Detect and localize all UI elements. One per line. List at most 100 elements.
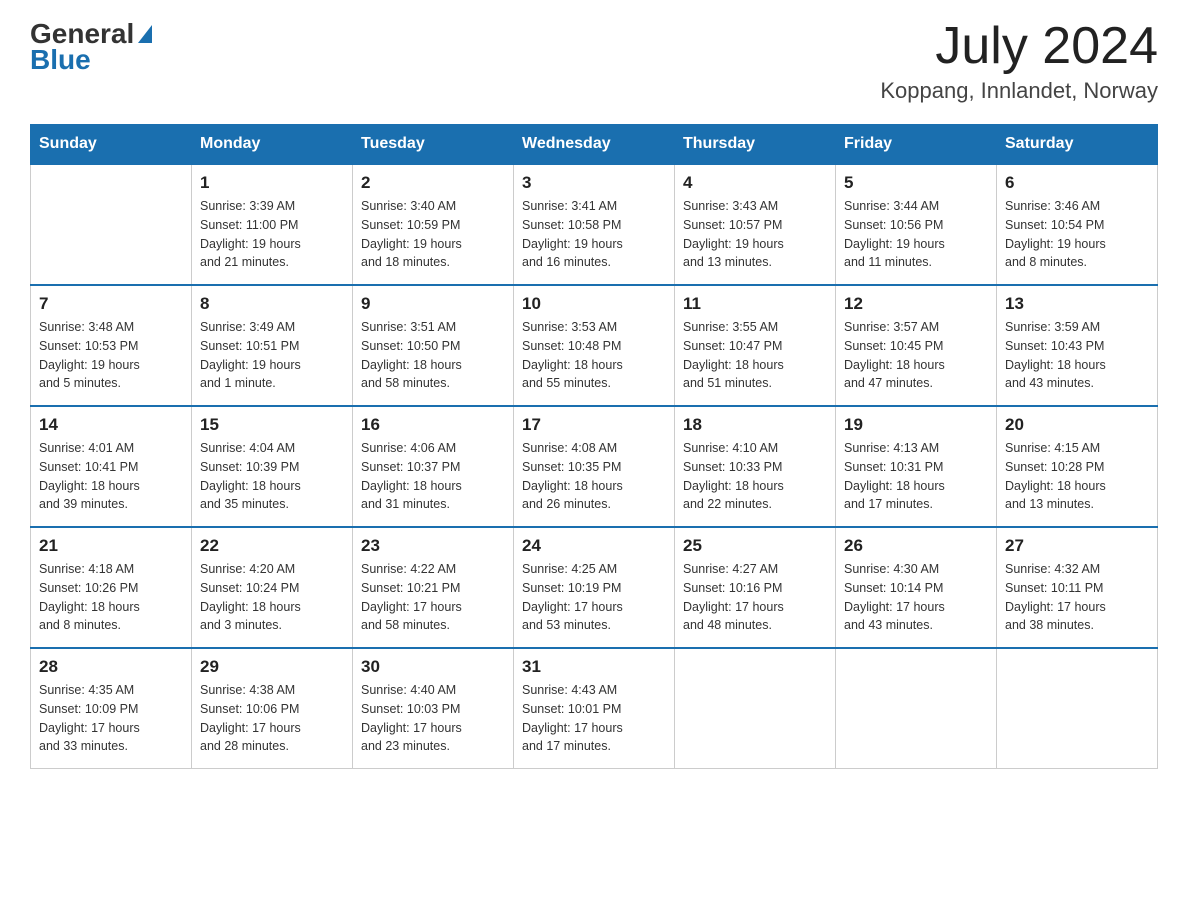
- day-info: Sunrise: 3:40 AM Sunset: 10:59 PM Daylig…: [361, 197, 505, 272]
- title-block: July 2024 Koppang, Innlandet, Norway: [880, 20, 1158, 104]
- location-title: Koppang, Innlandet, Norway: [880, 78, 1158, 104]
- calendar-week-row: 14 Sunrise: 4:01 AM Sunset: 10:41 PM Dayl…: [31, 406, 1158, 527]
- day-info: Sunrise: 4:01 AM Sunset: 10:41 PM Daylig…: [39, 439, 183, 514]
- day-info: Sunrise: 3:51 AM Sunset: 10:50 PM Daylig…: [361, 318, 505, 393]
- calendar-cell: 1 Sunrise: 3:39 AM Sunset: 11:00 PM Dayli…: [192, 164, 353, 285]
- day-number: 10: [522, 294, 666, 314]
- calendar-cell: 20 Sunrise: 4:15 AM Sunset: 10:28 PM Dayl…: [997, 406, 1158, 527]
- logo: General Blue: [30, 20, 152, 74]
- calendar-header-row: SundayMondayTuesdayWednesdayThursdayFrid…: [31, 125, 1158, 165]
- calendar-cell: 16 Sunrise: 4:06 AM Sunset: 10:37 PM Dayl…: [353, 406, 514, 527]
- calendar-cell: 30Sunrise: 4:40 AM Sunset: 10:03 PM Dayl…: [353, 648, 514, 769]
- calendar-cell: 31Sunrise: 4:43 AM Sunset: 10:01 PM Dayl…: [514, 648, 675, 769]
- day-info: Sunrise: 3:49 AM Sunset: 10:51 PM Daylig…: [200, 318, 344, 393]
- day-info: Sunrise: 4:13 AM Sunset: 10:31 PM Daylig…: [844, 439, 988, 514]
- calendar-cell: 11Sunrise: 3:55 AM Sunset: 10:47 PM Dayl…: [675, 285, 836, 406]
- day-info: Sunrise: 4:32 AM Sunset: 10:11 PM Daylig…: [1005, 560, 1149, 635]
- day-number: 13: [1005, 294, 1149, 314]
- calendar-cell: 27Sunrise: 4:32 AM Sunset: 10:11 PM Dayl…: [997, 527, 1158, 648]
- day-number: 8: [200, 294, 344, 314]
- day-number: 20: [1005, 415, 1149, 435]
- day-number: 14: [39, 415, 183, 435]
- weekday-header-tuesday: Tuesday: [353, 125, 514, 165]
- calendar-cell: 13 Sunrise: 3:59 AM Sunset: 10:43 PM Dayl…: [997, 285, 1158, 406]
- day-info: Sunrise: 4:06 AM Sunset: 10:37 PM Daylig…: [361, 439, 505, 514]
- day-info: Sunrise: 4:38 AM Sunset: 10:06 PM Daylig…: [200, 681, 344, 756]
- day-info: Sunrise: 4:15 AM Sunset: 10:28 PM Daylig…: [1005, 439, 1149, 514]
- day-number: 23: [361, 536, 505, 556]
- day-info: Sunrise: 4:25 AM Sunset: 10:19 PM Daylig…: [522, 560, 666, 635]
- weekday-header-wednesday: Wednesday: [514, 125, 675, 165]
- calendar-cell: 3 Sunrise: 3:41 AM Sunset: 10:58 PM Dayli…: [514, 164, 675, 285]
- day-info: Sunrise: 3:43 AM Sunset: 10:57 PM Daylig…: [683, 197, 827, 272]
- logo-triangle-icon: [138, 25, 152, 43]
- day-number: 16: [361, 415, 505, 435]
- day-number: 17: [522, 415, 666, 435]
- weekday-header-thursday: Thursday: [675, 125, 836, 165]
- weekday-header-saturday: Saturday: [997, 125, 1158, 165]
- calendar-cell: 23 Sunrise: 4:22 AM Sunset: 10:21 PM Dayl…: [353, 527, 514, 648]
- day-number: 24: [522, 536, 666, 556]
- day-info: Sunrise: 4:04 AM Sunset: 10:39 PM Daylig…: [200, 439, 344, 514]
- calendar-week-row: 28Sunrise: 4:35 AM Sunset: 10:09 PM Dayl…: [31, 648, 1158, 769]
- day-info: Sunrise: 4:18 AM Sunset: 10:26 PM Daylig…: [39, 560, 183, 635]
- day-info: Sunrise: 4:30 AM Sunset: 10:14 PM Daylig…: [844, 560, 988, 635]
- calendar-week-row: 7Sunrise: 3:48 AM Sunset: 10:53 PM Dayli…: [31, 285, 1158, 406]
- calendar-cell: [31, 164, 192, 285]
- calendar-cell: 18 Sunrise: 4:10 AM Sunset: 10:33 PM Dayl…: [675, 406, 836, 527]
- day-number: 5: [844, 173, 988, 193]
- day-number: 31: [522, 657, 666, 677]
- calendar-cell: 6 Sunrise: 3:46 AM Sunset: 10:54 PM Dayli…: [997, 164, 1158, 285]
- day-number: 29: [200, 657, 344, 677]
- calendar-cell: 8 Sunrise: 3:49 AM Sunset: 10:51 PM Dayli…: [192, 285, 353, 406]
- day-info: Sunrise: 4:27 AM Sunset: 10:16 PM Daylig…: [683, 560, 827, 635]
- day-number: 21: [39, 536, 183, 556]
- day-info: Sunrise: 3:41 AM Sunset: 10:58 PM Daylig…: [522, 197, 666, 272]
- day-number: 22: [200, 536, 344, 556]
- calendar-cell: 14 Sunrise: 4:01 AM Sunset: 10:41 PM Dayl…: [31, 406, 192, 527]
- weekday-header-friday: Friday: [836, 125, 997, 165]
- calendar-cell: 19 Sunrise: 4:13 AM Sunset: 10:31 PM Dayl…: [836, 406, 997, 527]
- day-info: Sunrise: 4:22 AM Sunset: 10:21 PM Daylig…: [361, 560, 505, 635]
- calendar-cell: 25 Sunrise: 4:27 AM Sunset: 10:16 PM Dayl…: [675, 527, 836, 648]
- calendar-cell: 5 Sunrise: 3:44 AM Sunset: 10:56 PM Dayli…: [836, 164, 997, 285]
- day-info: Sunrise: 3:44 AM Sunset: 10:56 PM Daylig…: [844, 197, 988, 272]
- calendar-cell: 29 Sunrise: 4:38 AM Sunset: 10:06 PM Dayl…: [192, 648, 353, 769]
- day-info: Sunrise: 4:20 AM Sunset: 10:24 PM Daylig…: [200, 560, 344, 635]
- calendar-cell: [675, 648, 836, 769]
- day-info: Sunrise: 3:39 AM Sunset: 11:00 PM Daylig…: [200, 197, 344, 272]
- day-number: 1: [200, 173, 344, 193]
- day-number: 25: [683, 536, 827, 556]
- calendar-cell: 2 Sunrise: 3:40 AM Sunset: 10:59 PM Dayli…: [353, 164, 514, 285]
- day-info: Sunrise: 3:46 AM Sunset: 10:54 PM Daylig…: [1005, 197, 1149, 272]
- day-number: 7: [39, 294, 183, 314]
- day-number: 18: [683, 415, 827, 435]
- day-number: 3: [522, 173, 666, 193]
- calendar-cell: 7Sunrise: 3:48 AM Sunset: 10:53 PM Dayli…: [31, 285, 192, 406]
- day-info: Sunrise: 4:08 AM Sunset: 10:35 PM Daylig…: [522, 439, 666, 514]
- calendar-cell: [997, 648, 1158, 769]
- day-info: Sunrise: 3:53 AM Sunset: 10:48 PM Daylig…: [522, 318, 666, 393]
- calendar-cell: 26Sunrise: 4:30 AM Sunset: 10:14 PM Dayl…: [836, 527, 997, 648]
- day-info: Sunrise: 4:10 AM Sunset: 10:33 PM Daylig…: [683, 439, 827, 514]
- day-number: 19: [844, 415, 988, 435]
- calendar-cell: 15 Sunrise: 4:04 AM Sunset: 10:39 PM Dayl…: [192, 406, 353, 527]
- day-number: 6: [1005, 173, 1149, 193]
- calendar-cell: [836, 648, 997, 769]
- day-number: 15: [200, 415, 344, 435]
- day-number: 12: [844, 294, 988, 314]
- day-number: 9: [361, 294, 505, 314]
- weekday-header-sunday: Sunday: [31, 125, 192, 165]
- calendar-week-row: 1 Sunrise: 3:39 AM Sunset: 11:00 PM Dayli…: [31, 164, 1158, 285]
- day-info: Sunrise: 3:55 AM Sunset: 10:47 PM Daylig…: [683, 318, 827, 393]
- day-info: Sunrise: 3:57 AM Sunset: 10:45 PM Daylig…: [844, 318, 988, 393]
- day-number: 2: [361, 173, 505, 193]
- calendar-cell: 21 Sunrise: 4:18 AM Sunset: 10:26 PM Dayl…: [31, 527, 192, 648]
- weekday-header-monday: Monday: [192, 125, 353, 165]
- calendar-cell: 22 Sunrise: 4:20 AM Sunset: 10:24 PM Dayl…: [192, 527, 353, 648]
- day-info: Sunrise: 4:35 AM Sunset: 10:09 PM Daylig…: [39, 681, 183, 756]
- calendar-cell: 28Sunrise: 4:35 AM Sunset: 10:09 PM Dayl…: [31, 648, 192, 769]
- day-number: 30: [361, 657, 505, 677]
- day-info: Sunrise: 3:59 AM Sunset: 10:43 PM Daylig…: [1005, 318, 1149, 393]
- calendar-week-row: 21 Sunrise: 4:18 AM Sunset: 10:26 PM Dayl…: [31, 527, 1158, 648]
